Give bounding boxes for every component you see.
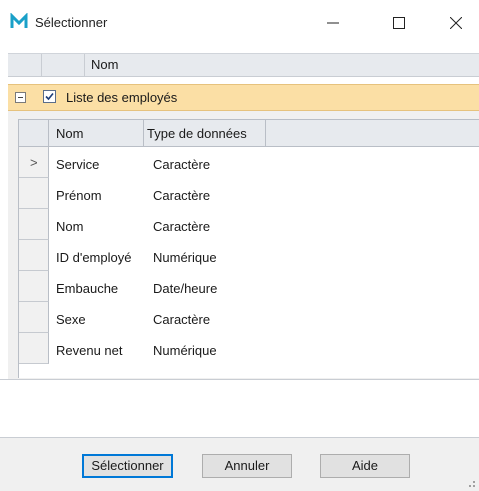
outer-header-expander-cell	[8, 54, 42, 76]
window-title: Sélectionner	[35, 15, 108, 30]
master-row-employees[interactable]: Liste des employés	[8, 84, 479, 111]
table-row[interactable]: Embauche Date/heure	[19, 271, 479, 302]
row-selector[interactable]: >	[19, 147, 49, 178]
master-row-label: Liste des employés	[66, 90, 178, 105]
cell-field-name[interactable]: Service	[56, 157, 99, 172]
cell-field-name[interactable]: Revenu net	[56, 343, 123, 358]
table-row[interactable]: Revenu net Numérique	[19, 333, 479, 364]
close-button[interactable]	[433, 0, 479, 46]
button-bar: Sélectionner Annuler Aide	[0, 438, 479, 491]
cell-field-name[interactable]: ID d'employé	[56, 250, 131, 265]
cell-field-name[interactable]: Prénom	[56, 188, 102, 203]
row-pointer-icon: >	[30, 155, 38, 170]
row-selector[interactable]	[19, 178, 49, 209]
row-selector[interactable]	[19, 209, 49, 240]
column-header-type[interactable]: Type de données	[144, 120, 266, 146]
select-dialog: Sélectionner Nom Liste des employés Nom	[0, 0, 479, 491]
row-selector[interactable]	[19, 271, 49, 302]
row-header-corner	[19, 120, 49, 146]
cell-field-name[interactable]: Nom	[56, 219, 83, 234]
minimize-icon	[327, 22, 339, 24]
detail-area: Nom Type de données > Service Caractère …	[8, 111, 479, 379]
column-header-type-label: Type de données	[147, 126, 247, 141]
minimize-button[interactable]	[310, 0, 356, 46]
checkbox-checked-icon[interactable]	[43, 90, 56, 103]
cell-field-name[interactable]: Sexe	[56, 312, 86, 327]
row-selector[interactable]	[19, 302, 49, 333]
table-row[interactable]: Sexe Caractère	[19, 302, 479, 333]
table-row[interactable]: > Service Caractère	[19, 147, 479, 178]
outer-grid-header: Nom	[8, 53, 479, 77]
cell-data-type[interactable]: Caractère	[153, 157, 210, 172]
outer-header-select-cell	[42, 54, 85, 76]
column-header-name-label: Nom	[56, 126, 84, 141]
outer-column-header-name[interactable]: Nom	[91, 57, 118, 72]
cell-data-type[interactable]: Numérique	[153, 343, 217, 358]
cell-field-name[interactable]: Embauche	[56, 281, 118, 296]
fields-table-header: Nom Type de données	[19, 120, 479, 147]
fields-table: Nom Type de données > Service Caractère …	[18, 119, 479, 378]
column-header-name[interactable]: Nom	[49, 120, 144, 146]
maximize-button[interactable]	[376, 0, 422, 46]
collapse-icon[interactable]	[15, 92, 26, 103]
cell-data-type[interactable]: Date/heure	[153, 281, 217, 296]
cell-data-type[interactable]: Numérique	[153, 250, 217, 265]
title-bar[interactable]: Sélectionner	[0, 0, 479, 46]
help-button[interactable]: Aide	[320, 454, 410, 478]
table-row[interactable]: ID d'employé Numérique	[19, 240, 479, 271]
cell-data-type[interactable]: Caractère	[153, 188, 210, 203]
table-row[interactable]: Prénom Caractère	[19, 178, 479, 209]
row-selector[interactable]	[19, 240, 49, 271]
cancel-button[interactable]: Annuler	[202, 454, 292, 478]
cell-data-type[interactable]: Caractère	[153, 312, 210, 327]
close-icon	[450, 17, 462, 29]
maximize-icon	[393, 17, 405, 29]
divider	[0, 379, 479, 380]
select-button[interactable]: Sélectionner	[82, 454, 173, 478]
row-selector[interactable]	[19, 333, 49, 364]
cell-data-type[interactable]: Caractère	[153, 219, 210, 234]
resize-grip-icon[interactable]	[462, 474, 476, 488]
app-logo-icon	[10, 12, 28, 31]
table-row[interactable]: Nom Caractère	[19, 209, 479, 240]
